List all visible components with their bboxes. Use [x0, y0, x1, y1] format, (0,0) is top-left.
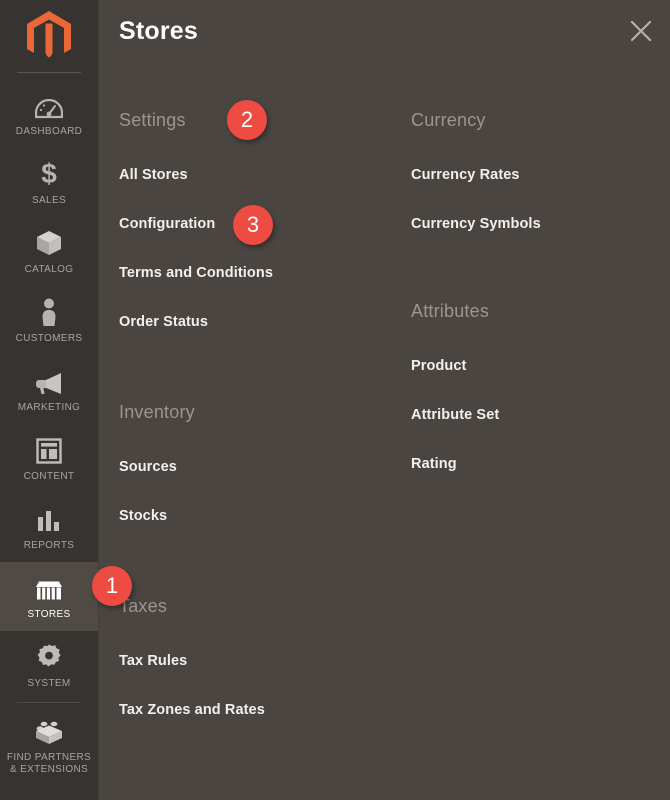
group-links-taxes: Tax Rules Tax Zones and Rates — [119, 653, 411, 718]
layout-page-icon — [36, 434, 62, 464]
box-icon — [35, 227, 63, 257]
megaphone-icon — [34, 365, 64, 395]
group-title-attributes: Attributes — [411, 301, 490, 321]
sidebar-item-sales[interactable]: $ SALES — [0, 148, 98, 217]
magento-logo[interactable] — [0, 0, 98, 72]
sidebar-item-content[interactable]: CONTENT — [0, 424, 98, 493]
magento-admin-stores-menu: DASHBOARD $ SALES CATALOG CUSTOMERS MARK… — [0, 0, 670, 800]
sidebar-item-stores[interactable]: STORES — [0, 562, 98, 631]
link-attribute-set[interactable]: Attribute Set — [411, 407, 651, 423]
sidebar-item-label: SYSTEM — [27, 678, 71, 689]
page-title: Stores — [119, 17, 199, 45]
link-order-status[interactable]: Order Status — [119, 314, 411, 330]
menu-group-inventory: Inventory Sources Stocks — [119, 402, 411, 524]
menu-group-attributes: Attributes Product Attribute Set Rating — [411, 301, 651, 472]
sidebar-item-catalog[interactable]: CATALOG — [0, 217, 98, 286]
menu-columns: Settings All Stores Configuration Terms … — [99, 66, 670, 718]
sidebar-item-marketing[interactable]: MARKETING — [0, 355, 98, 424]
menu-column-right: Currency Currency Rates Currency Symbols… — [411, 66, 651, 718]
link-sources[interactable]: Sources — [119, 459, 411, 475]
menu-column-left: Settings All Stores Configuration Terms … — [119, 66, 411, 718]
sidebar-item-label-line1: FIND PARTNERS — [6, 752, 92, 763]
sidebar-item-label: REPORTS — [23, 540, 75, 551]
group-links-currency: Currency Rates Currency Symbols — [411, 167, 651, 232]
menu-group-currency: Currency Currency Rates Currency Symbols — [411, 110, 651, 232]
step-badge-1: 1 — [92, 566, 132, 606]
sidebar-item-customers[interactable]: CUSTOMERS — [0, 286, 98, 355]
svg-text:$: $ — [41, 158, 57, 188]
stores-flyout-panel: Stores Settings All Stores Configuration… — [98, 0, 670, 800]
storefront-icon — [34, 572, 64, 602]
sidebar-item-label: SALES — [32, 195, 66, 206]
sidebar-divider — [17, 702, 81, 703]
group-title-settings: Settings — [119, 110, 186, 130]
sidebar-item-label: STORES — [27, 609, 71, 620]
close-icon — [630, 20, 652, 42]
group-links-settings: All Stores Configuration Terms and Condi… — [119, 167, 411, 330]
sidebar-item-label: DASHBOARD — [15, 126, 83, 137]
lego-brick-icon — [34, 715, 64, 745]
group-links-inventory: Sources Stocks — [119, 459, 411, 524]
group-links-attributes: Product Attribute Set Rating — [411, 358, 651, 472]
link-stocks[interactable]: Stocks — [119, 508, 411, 524]
sidebar-item-label: CUSTOMERS — [15, 333, 83, 344]
sidebar-item-label-line2: & EXTENSIONS — [9, 764, 89, 775]
person-icon — [39, 296, 59, 326]
link-currency-symbols[interactable]: Currency Symbols — [411, 216, 651, 232]
sidebar-item-reports[interactable]: REPORTS — [0, 493, 98, 562]
bar-chart-icon — [36, 503, 62, 533]
sidebar-item-system[interactable]: SYSTEM — [0, 631, 98, 700]
link-product[interactable]: Product — [411, 358, 651, 374]
dashboard-gauge-icon — [35, 89, 63, 119]
sidebar-item-label: CONTENT — [23, 471, 75, 482]
sidebar-item-find-partners-extensions[interactable]: FIND PARTNERS & EXTENSIONS — [0, 705, 98, 786]
step-badge-3: 3 — [233, 205, 273, 245]
group-title-inventory: Inventory — [119, 402, 195, 422]
sidebar-item-label: MARKETING — [17, 402, 81, 413]
panel-header: Stores — [99, 0, 670, 66]
link-terms-and-conditions[interactable]: Terms and Conditions — [119, 265, 411, 281]
link-rating[interactable]: Rating — [411, 456, 651, 472]
link-tax-zones-and-rates[interactable]: Tax Zones and Rates — [119, 702, 411, 718]
sidebar-item-dashboard[interactable]: DASHBOARD — [0, 79, 98, 148]
menu-group-taxes: Taxes Tax Rules Tax Zones and Rates — [119, 596, 411, 718]
gear-icon — [35, 641, 63, 671]
link-tax-rules[interactable]: Tax Rules — [119, 653, 411, 669]
dollar-sign-icon: $ — [39, 158, 59, 188]
group-title-currency: Currency — [411, 110, 486, 130]
admin-sidebar: DASHBOARD $ SALES CATALOG CUSTOMERS MARK… — [0, 0, 98, 800]
magento-logo-icon — [27, 11, 71, 58]
close-button[interactable] — [624, 14, 658, 48]
link-currency-rates[interactable]: Currency Rates — [411, 167, 651, 183]
step-badge-2: 2 — [227, 100, 267, 140]
link-all-stores[interactable]: All Stores — [119, 167, 411, 183]
logo-divider — [17, 72, 81, 73]
sidebar-item-label: CATALOG — [24, 264, 74, 275]
